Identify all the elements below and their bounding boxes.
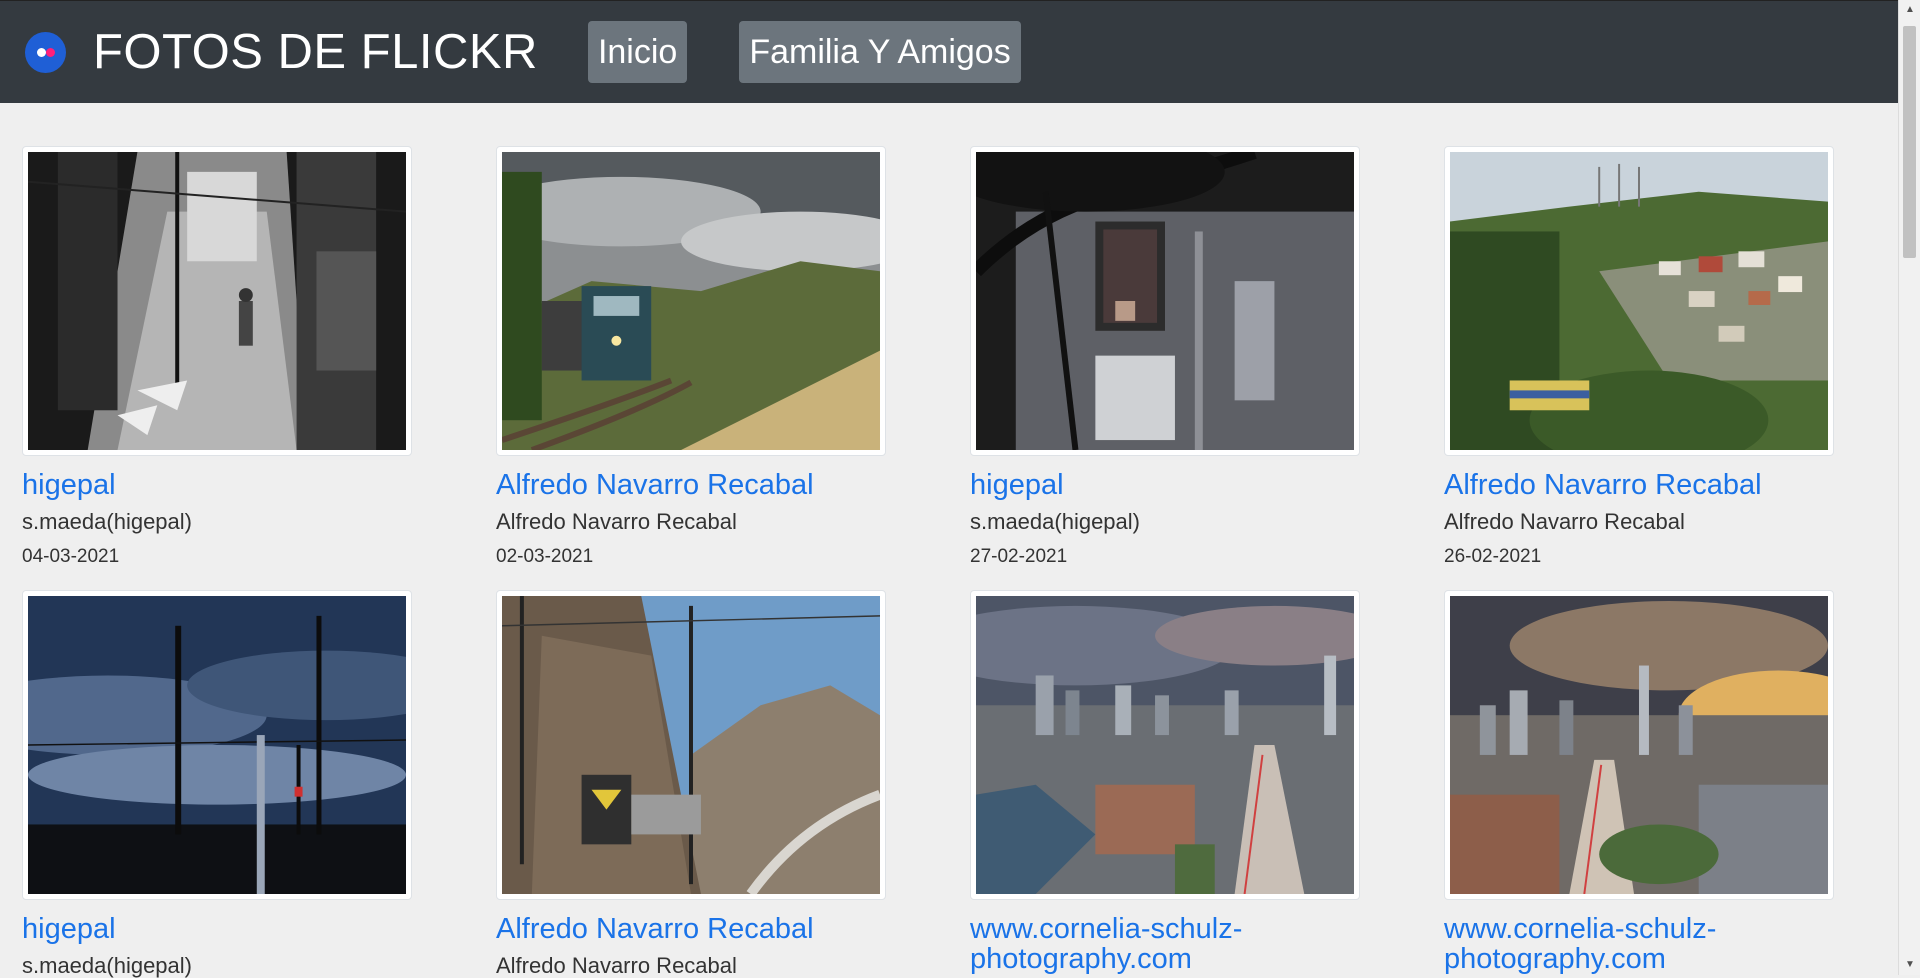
photo-city-skyline-dusk	[916, 596, 1394, 895]
scrollbar-thumb[interactable]	[1903, 26, 1916, 258]
author-link[interactable]: higepal	[970, 470, 1370, 500]
photo-locomotive-clouds	[482, 152, 920, 453]
photo-thumbnail[interactable]	[496, 590, 886, 900]
photo-card: Alfredo Navarro Recabal Alfredo Navarro …	[496, 590, 896, 978]
photo-building-window	[946, 132, 1354, 451]
site-brand-title: FOTOS DE FLICKR	[93, 25, 538, 79]
photo-owner: Alfredo Navarro Recabal	[496, 953, 737, 978]
photo-thumbnail[interactable]	[946, 132, 1360, 456]
photo-thumbnail[interactable]	[482, 146, 920, 456]
photo-owner: s.maeda(higepal)	[970, 509, 1140, 534]
photo-card: higepal s.maeda(higepal) 27-02-2021	[946, 132, 1370, 568]
photo-thumbnail[interactable]	[0, 590, 466, 900]
photo-owner: Alfredo Navarro Recabal	[1444, 509, 1685, 534]
photo-date: 02-03-2021	[496, 546, 594, 567]
author-link[interactable]: higepal	[22, 914, 422, 944]
flickr-logo-icon	[25, 31, 66, 73]
logo-dot-white	[37, 47, 46, 57]
photo-date: 26-02-2021	[1444, 546, 1542, 567]
top-navbar: FOTOS DE FLICKR Inicio Familia Y Amigos	[0, 0, 1898, 103]
scroll-up-arrow-icon[interactable]: ▲	[1899, 0, 1920, 20]
photo-owner: Alfredo Navarro Recabal	[496, 509, 737, 534]
photo-train-hillside-town	[1450, 152, 1828, 470]
photo-date: 27-02-2021	[970, 546, 1068, 567]
photo-card: www.cornelia-schulz-photography.com	[1444, 590, 1878, 974]
photo-card: higepal s.maeda(higepal)	[0, 590, 466, 978]
nav-family-friends-button[interactable]: Familia Y Amigos	[739, 21, 1021, 83]
photo-thumbnail[interactable]	[1444, 146, 1834, 470]
photo-train-mountain-valley	[501, 596, 882, 897]
author-link[interactable]: Alfredo Navarro Recabal	[1444, 470, 1844, 500]
author-link[interactable]: higepal	[22, 470, 422, 500]
scroll-down-arrow-icon[interactable]: ▼	[1899, 955, 1920, 975]
author-link[interactable]: Alfredo Navarro Recabal	[496, 470, 896, 500]
photo-card: www.cornelia-schulz-photography.com	[916, 590, 1394, 974]
author-link[interactable]: Alfredo Navarro Recabal	[496, 914, 896, 944]
photo-date: 04-03-2021	[22, 546, 120, 567]
photo-owner: s.maeda(higepal)	[22, 509, 192, 534]
logo-dot-pink	[46, 47, 55, 57]
photo-thumbnail[interactable]	[1444, 590, 1878, 900]
photo-owner: s.maeda(higepal)	[22, 953, 192, 978]
photo-card: Alfredo Navarro Recabal Alfredo Navarro …	[482, 146, 920, 568]
author-link[interactable]: www.cornelia-schulz-photography.com	[1444, 914, 1844, 974]
photo-card: Alfredo Navarro Recabal Alfredo Navarro …	[1444, 146, 1844, 568]
photo-card: higepal s.maeda(higepal) 04-03-2021	[22, 146, 422, 568]
photo-street-bw	[27, 152, 407, 450]
photo-thumbnail[interactable]	[22, 146, 412, 456]
photo-city-skyline-sunset	[1450, 596, 1878, 895]
author-link[interactable]: www.cornelia-schulz-photography.com	[970, 914, 1370, 974]
photo-utility-poles-sky	[0, 596, 466, 894]
photo-thumbnail[interactable]	[916, 590, 1394, 900]
nav-home-button[interactable]: Inicio	[587, 21, 688, 83]
vertical-scrollbar[interactable]: ▲ ▼	[1898, 0, 1920, 975]
